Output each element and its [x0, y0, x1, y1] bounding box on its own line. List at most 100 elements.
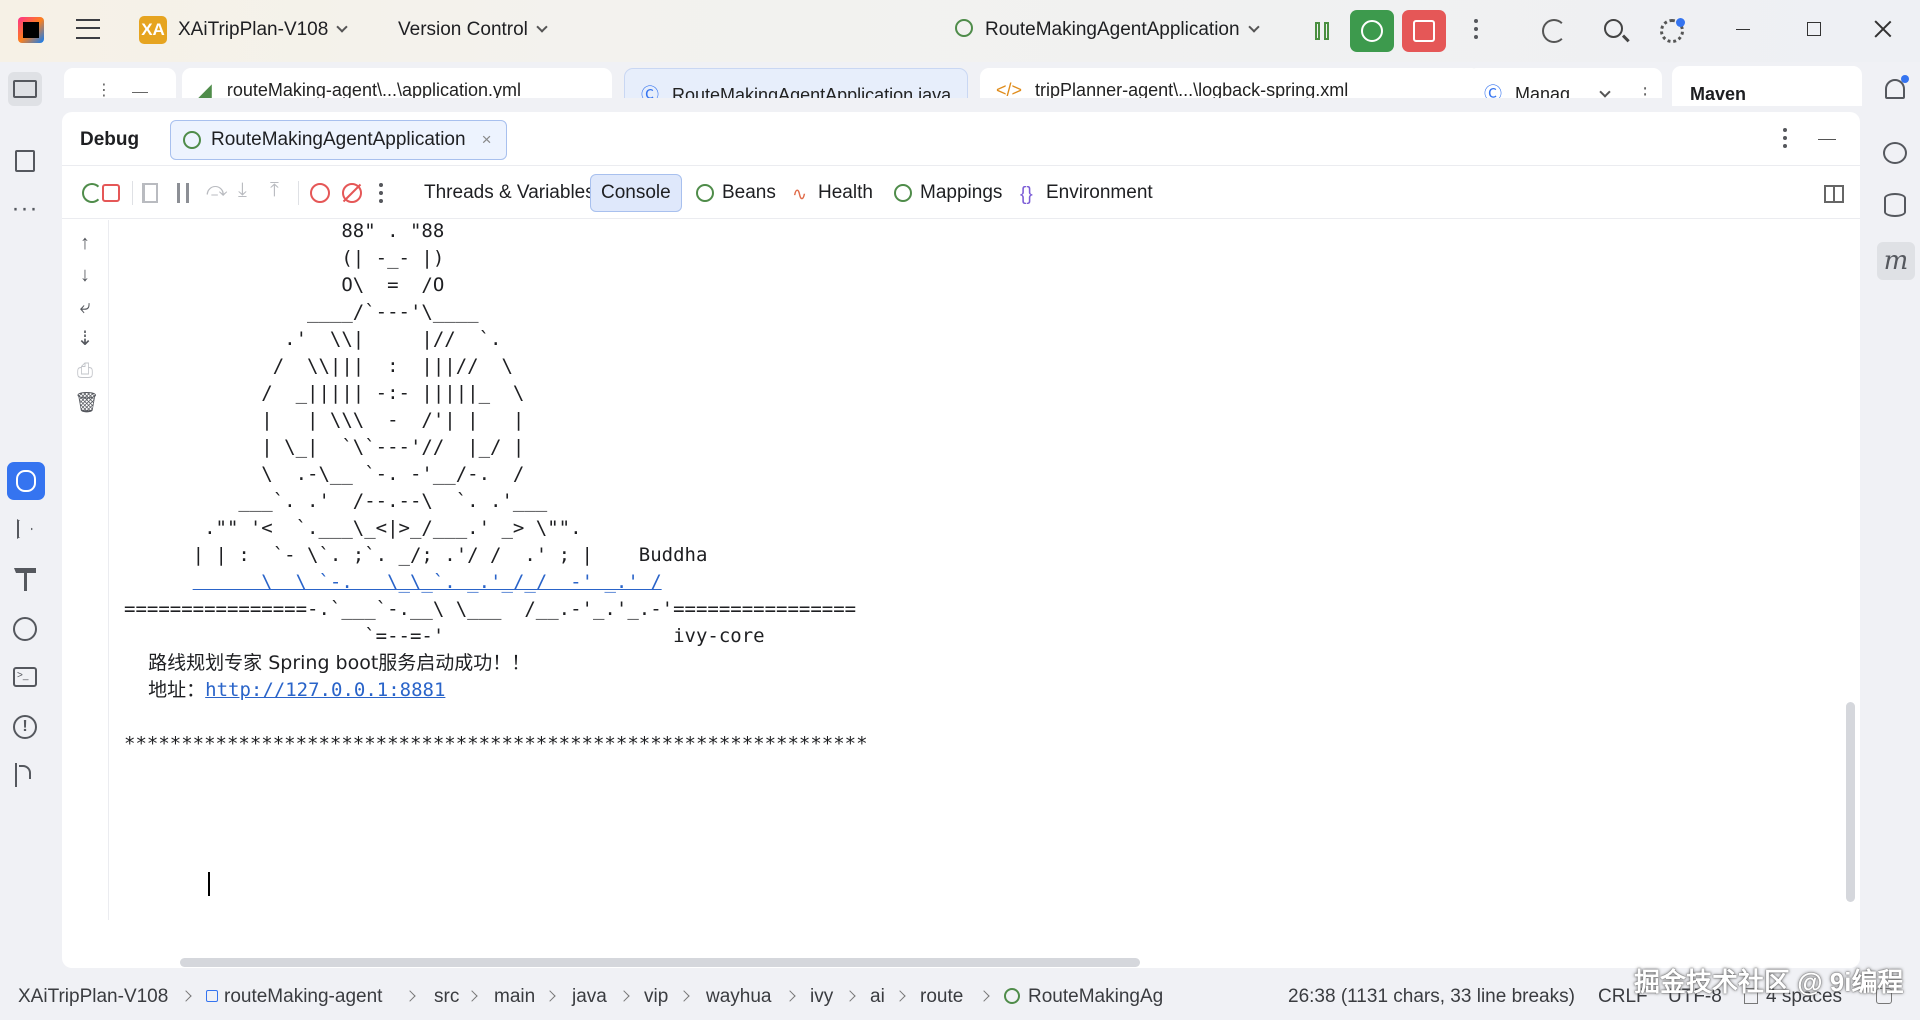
main-menu-icon[interactable] — [76, 19, 100, 39]
tab-environment[interactable]: {} Environment — [1010, 174, 1163, 212]
step-into-icon[interactable]: ⤓ — [238, 179, 258, 201]
soft-wrap-icon[interactable]: ⤶ — [74, 296, 96, 318]
settings-gear-icon[interactable] — [1660, 18, 1685, 43]
tab-health[interactable]: ∿ Health — [782, 174, 883, 212]
spring-boot-icon — [183, 131, 201, 149]
breadcrumb-project[interactable]: XAiTripPlan-V108 — [18, 986, 168, 1008]
breadcrumb-module[interactable]: routeMaking-agent — [206, 986, 382, 1008]
breadcrumb-main[interactable]: main — [494, 986, 535, 1008]
project-badge[interactable]: XA — [139, 16, 167, 44]
pause-icon[interactable] — [177, 183, 189, 203]
tab-logback-xml[interactable]: </> tripPlanner-agent\...\logback-spring… — [980, 68, 1480, 98]
breadcrumb-route[interactable]: route — [920, 986, 963, 1008]
window-maximize-button[interactable] — [1807, 22, 1821, 36]
breadcrumb-src[interactable]: src — [434, 986, 459, 1008]
breadcrumb-ivy[interactable]: ivy — [810, 986, 833, 1008]
debug-tool-button[interactable] — [7, 462, 45, 500]
window-minimize-button[interactable] — [1736, 29, 1750, 30]
console-link-line[interactable]: \ \ `-. \_\_`. _.'_/_/ -' _.' / — [124, 571, 661, 593]
console-line: ."" '< `.___\_<|>_/___.' _> \"". — [124, 517, 582, 539]
mute-breakpoints-icon[interactable] — [342, 183, 362, 203]
environment-braces-icon: {} — [1020, 184, 1033, 205]
build-tool-button[interactable] — [10, 564, 40, 594]
maven-panel-tab[interactable]: Maven — [1672, 66, 1862, 106]
module-icon — [206, 990, 218, 1002]
console-output[interactable]: 88" . "88 (| -_- |) O\ = /O ____/`---'\_… — [110, 220, 1810, 914]
version-control-menu[interactable]: Version Control — [398, 19, 548, 41]
print-icon[interactable]: ⎙ — [74, 360, 96, 382]
ai-assistant-icon[interactable] — [1542, 19, 1566, 43]
close-icon[interactable]: × — [966, 88, 967, 98]
layout-settings-icon[interactable] — [1824, 185, 1844, 203]
tab-mappings[interactable]: Mappings — [884, 174, 1012, 212]
stop-icon[interactable] — [102, 184, 120, 202]
close-icon[interactable]: × — [482, 130, 492, 150]
tab-application-yml[interactable]: ◢ routeMaking-agent\...\application.yml — [182, 68, 612, 98]
chevron-down-icon[interactable] — [1599, 86, 1611, 98]
more-actions-icon[interactable] — [1464, 19, 1488, 43]
breadcrumb-wayhua[interactable]: wayhua — [706, 986, 772, 1008]
stop-button[interactable] — [1402, 10, 1446, 52]
project-selector[interactable]: XAiTripPlan-V108 — [178, 19, 348, 41]
more-options-icon[interactable] — [1782, 128, 1788, 148]
project-tool-button[interactable] — [8, 72, 42, 106]
database-button[interactable] — [1880, 190, 1910, 220]
health-pulse-icon: ∿ — [792, 184, 808, 204]
maven-button[interactable]: m — [1877, 242, 1915, 280]
step-over-icon[interactable]: ⤼ — [206, 179, 227, 201]
structure-tool-button[interactable] — [10, 146, 40, 176]
breadcrumb-class[interactable]: RouteMakingAg — [1004, 986, 1163, 1008]
tab-routemaking-java[interactable]: Ⓒ RouteMakingAgentApplication.java × — [624, 68, 968, 98]
ai-chat-button[interactable] — [1880, 138, 1910, 168]
console-line: / \\||| : |||// \ — [124, 355, 513, 377]
search-icon[interactable] — [1604, 19, 1623, 38]
scroll-to-end-icon[interactable]: ⇣ — [74, 328, 96, 350]
more-tabs-icon[interactable]: ⋮ — [1636, 84, 1654, 98]
git-tool-button[interactable] — [10, 760, 40, 790]
tab-label: Health — [818, 182, 873, 203]
step-out-icon[interactable]: ⤒ — [270, 179, 290, 201]
debug-session-tab[interactable]: RouteMakingAgentApplication × — [170, 120, 507, 160]
breadcrumb-ai[interactable]: ai — [870, 986, 885, 1008]
resume-icon[interactable] — [142, 183, 158, 203]
tab-label: Environment — [1046, 182, 1153, 203]
resume-program-button[interactable] — [1300, 10, 1344, 52]
alert-icon: ! — [13, 715, 37, 739]
bell-icon — [1885, 75, 1909, 99]
breadcrumb-vip[interactable]: vip — [644, 986, 668, 1008]
view-breakpoints-icon[interactable] — [310, 183, 330, 203]
address-url-link[interactable]: http://127.0.0.1:8881 — [205, 679, 445, 701]
intellij-logo-icon[interactable] — [18, 17, 44, 43]
debug-title: Debug — [80, 129, 140, 150]
run-tool-button[interactable] — [10, 514, 40, 544]
rerun-debug-button[interactable] — [1350, 10, 1394, 52]
services-tool-button[interactable] — [10, 614, 40, 644]
tab-manag[interactable]: Ⓒ Manag ⋮ — [1468, 68, 1662, 98]
window-close-button[interactable] — [1874, 20, 1892, 38]
caret-position[interactable]: 26:38 (1131 chars, 33 line breaks) — [1288, 986, 1575, 1008]
horizontal-scrollbar[interactable] — [180, 958, 1140, 967]
java-class-icon: Ⓒ — [1484, 84, 1502, 98]
xml-icon: </> — [996, 80, 1023, 98]
problems-tool-button[interactable]: ! — [10, 712, 40, 742]
tab-beans[interactable]: Beans — [686, 174, 786, 212]
console-line: `=--=-' ivy-core — [124, 625, 765, 647]
spring-boot-icon — [955, 19, 973, 37]
down-arrow-icon[interactable]: ↓ — [74, 264, 96, 286]
minimize-panel-icon[interactable] — [1818, 139, 1836, 140]
rerun-icon[interactable] — [82, 183, 102, 203]
up-arrow-icon[interactable]: ↑ — [74, 232, 96, 254]
breadcrumb-java[interactable]: java — [572, 986, 607, 1008]
vertical-scrollbar[interactable] — [1846, 702, 1855, 902]
run-config-selector[interactable]: RouteMakingAgentApplication — [955, 19, 1260, 41]
folder-icon — [13, 80, 37, 98]
tab-console[interactable]: Console — [590, 174, 682, 212]
more-tools-button[interactable]: ··· — [10, 194, 40, 224]
tab-threads-variables[interactable]: Threads & Variables — [414, 174, 605, 212]
services-icon — [13, 617, 37, 641]
terminal-tool-button[interactable]: >_ — [10, 662, 40, 692]
more-actions-icon[interactable] — [378, 183, 398, 203]
chevron-down-icon — [1247, 21, 1260, 33]
notifications-button[interactable] — [1880, 74, 1910, 104]
trash-icon[interactable]: 🗑 — [74, 392, 99, 414]
